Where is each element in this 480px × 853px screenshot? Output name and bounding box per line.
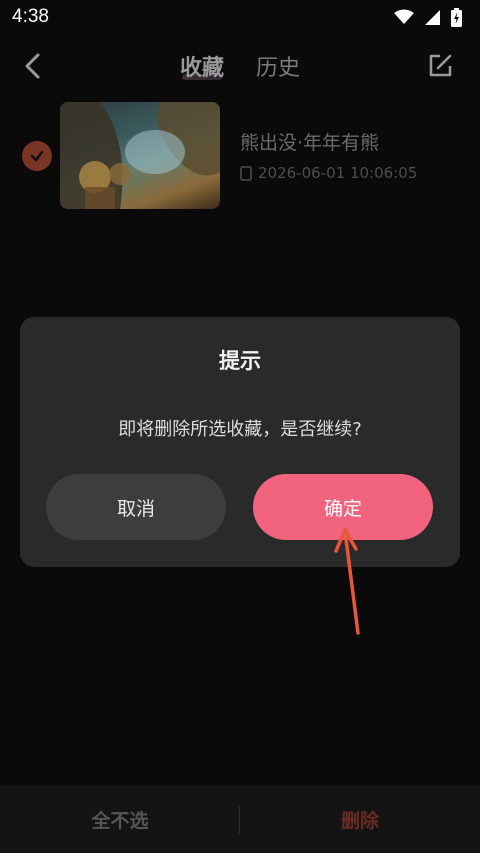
dialog-title: 提示 [219, 349, 261, 373]
bottom-divider [239, 806, 240, 834]
confirm-button[interactable]: 确定 [253, 474, 433, 540]
bottom-action-bar: 全不选 删除 [0, 786, 480, 853]
select-none-button[interactable]: 全不选 [0, 806, 240, 833]
confirm-dialog: 提示 即将删除所选收藏，是否继续? 取消 确定 [20, 317, 460, 567]
cancel-button[interactable]: 取消 [46, 474, 226, 540]
dialog-message: 即将删除所选收藏，是否继续? [118, 419, 362, 440]
delete-button[interactable]: 删除 [240, 806, 480, 833]
